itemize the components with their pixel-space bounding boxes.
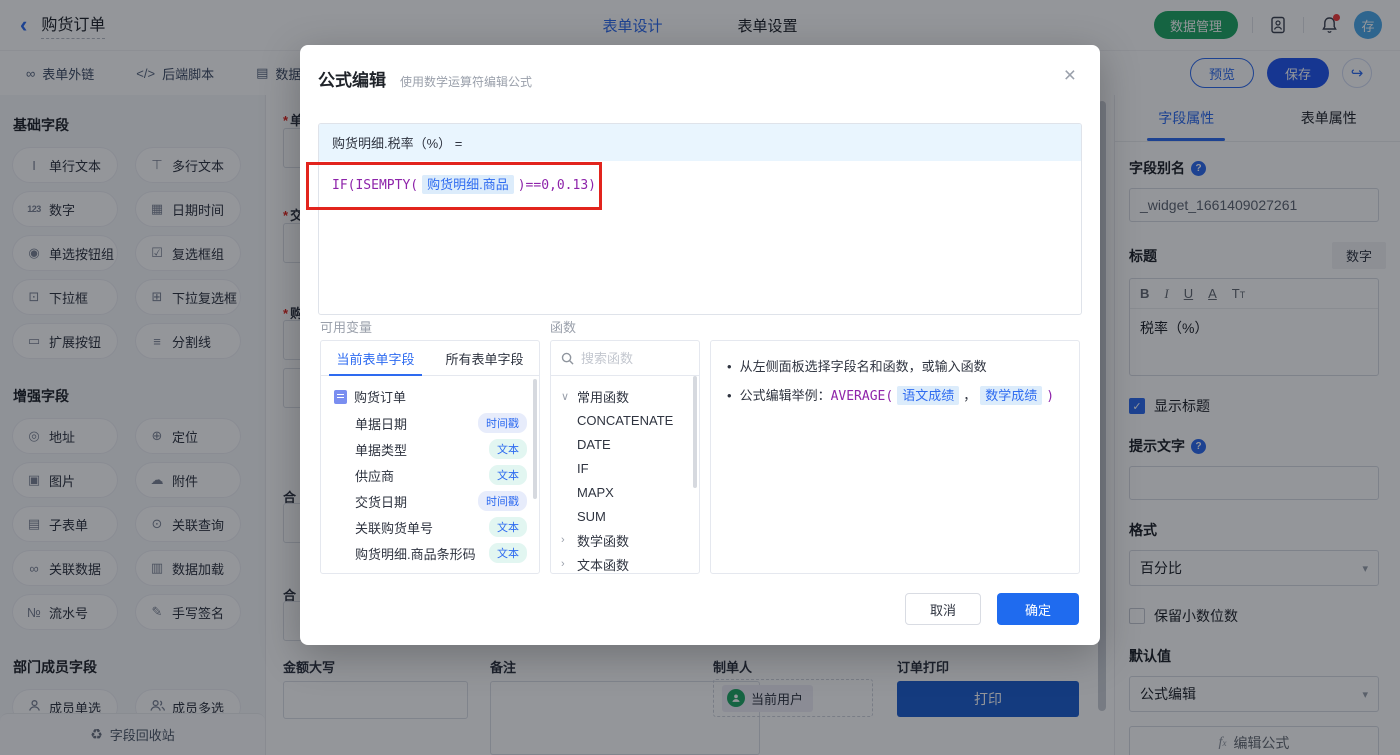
variable-item[interactable]: 单据日期 时间戳 [321, 410, 539, 436]
function-group-common[interactable]: ∨ 常用函数 [551, 384, 699, 408]
tab-all-form-fields[interactable]: 所有表单字段 [430, 341, 539, 375]
field-token[interactable]: 购货明细.商品 [422, 175, 514, 194]
modal-subtitle: 使用数学运算符编辑公式 [400, 75, 533, 89]
function-search-input[interactable] [581, 350, 681, 366]
type-tag-text: 文本 [489, 517, 527, 537]
chevron-open-icon: ∨ [561, 390, 570, 403]
chevron-right-icon: › [561, 534, 565, 546]
functions-panel: ∨ 常用函数 CONCATENATE DATE IF MAPX SUM › 数学… [550, 340, 700, 574]
function-group-text[interactable]: › 文本函数 [551, 552, 699, 573]
function-item[interactable]: SUM [551, 504, 699, 528]
variable-item[interactable]: 购货明细.商品条形码 文本 [321, 540, 539, 566]
help-line-2: • 公式编辑举例：AVERAGE(语文成绩，数学成绩) [727, 386, 1055, 405]
close-icon[interactable]: × [1064, 65, 1076, 86]
formula-prefix: IF(ISEMPTY( [332, 178, 419, 193]
variables-label: 可用变量 [320, 320, 373, 335]
example-function: AVERAGE( [830, 389, 894, 404]
chevron-right-icon: › [561, 558, 565, 570]
scrollbar-thumb[interactable] [693, 376, 697, 488]
example-token: 数学成绩 [980, 386, 1043, 405]
form-doc-icon [334, 389, 347, 404]
type-tag-timestamp: 时间戳 [478, 491, 527, 511]
formula-target: 购货明细.税率（%） = [319, 124, 1081, 161]
type-tag-text: 文本 [489, 439, 527, 459]
functions-label: 函数 [550, 320, 577, 335]
type-tag-timestamp: 时间戳 [478, 413, 527, 433]
formula-editor-modal: 公式编辑 使用数学运算符编辑公式 × 购货明细.税率（%） = IF(ISEMP… [300, 45, 1100, 645]
formula-suffix: )==0,0.13) [517, 178, 596, 193]
variable-item[interactable]: 关联购货单号 文本 [321, 514, 539, 540]
function-item[interactable]: CONCATENATE [551, 408, 699, 432]
formula-editor: 购货明细.税率（%） = IF(ISEMPTY(购货明细.商品)==0,0.13… [318, 123, 1082, 315]
variables-panel: 当前表单字段 所有表单字段 购货订单 单据日期 时间戳 单据类型 文本 供应商 文本 … [320, 340, 540, 574]
variable-item[interactable]: 供应商 文本 [321, 462, 539, 488]
example-token: 语文成绩 [897, 386, 960, 405]
variable-item[interactable]: 交货日期 时间戳 [321, 488, 539, 514]
tab-current-form-fields[interactable]: 当前表单字段 [321, 341, 430, 376]
variable-item[interactable]: 单据类型 文本 [321, 436, 539, 462]
help-panel: • 从左侧面板选择字段名和函数，或输入函数 • 公式编辑举例：AVERAGE(语文… [710, 340, 1080, 574]
type-tag-text: 文本 [489, 543, 527, 563]
confirm-button[interactable]: 确定 [997, 593, 1079, 625]
type-tag-text: 文本 [489, 465, 527, 485]
formula-input[interactable]: IF(ISEMPTY(购货明细.商品)==0,0.13) [319, 161, 1081, 206]
function-item[interactable]: IF [551, 456, 699, 480]
cancel-button[interactable]: 取消 [905, 593, 981, 625]
function-search[interactable] [551, 341, 699, 376]
help-line-1: • 从左侧面板选择字段名和函数，或输入函数 [727, 359, 987, 374]
function-group-math[interactable]: › 数学函数 [551, 528, 699, 552]
search-icon [561, 352, 574, 365]
scrollbar-thumb[interactable] [533, 379, 537, 499]
function-item[interactable]: DATE [551, 432, 699, 456]
variable-root-form[interactable]: 购货订单 [321, 383, 539, 410]
modal-title: 公式编辑 [318, 71, 386, 90]
function-item[interactable]: MAPX [551, 480, 699, 504]
